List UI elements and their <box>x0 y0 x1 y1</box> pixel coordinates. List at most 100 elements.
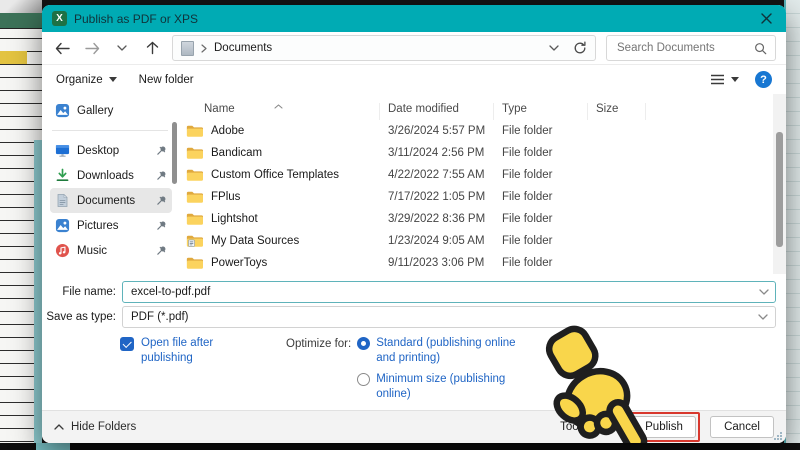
column-label: Date modified <box>388 103 459 115</box>
column-header-type[interactable]: Type <box>494 103 588 120</box>
column-label: Size <box>596 103 618 115</box>
pin-icon[interactable] <box>156 195 167 206</box>
folder-icon <box>186 190 203 204</box>
checkbox-checked-icon[interactable] <box>120 337 134 351</box>
file-name: Custom Office Templates <box>211 169 339 181</box>
address-bar[interactable]: Documents <box>172 35 596 61</box>
file-list-scrollbar[interactable] <box>773 94 786 274</box>
cancel-button[interactable]: Cancel <box>710 416 774 438</box>
pin-icon[interactable] <box>156 245 167 256</box>
organize-label: Organize <box>56 74 103 86</box>
downloads-icon <box>55 168 70 183</box>
close-icon[interactable] <box>756 9 776 29</box>
save-as-type-select[interactable]: PDF (*.pdf) <box>122 306 776 328</box>
address-dropdown-chevron-icon[interactable] <box>549 45 559 51</box>
pin-icon[interactable] <box>156 220 167 231</box>
pin-icon[interactable] <box>156 170 167 181</box>
file-row-custom-office-templates[interactable]: Custom Office Templates 4/22/2022 7:55 A… <box>182 164 786 186</box>
column-header-date-modified[interactable]: Date modified <box>380 103 494 120</box>
file-date: 3/26/2024 5:57 PM <box>380 125 494 137</box>
excel-app-icon: X <box>52 11 67 26</box>
location-icon <box>181 41 194 56</box>
resize-grip[interactable] <box>773 431 783 441</box>
column-header-size[interactable]: Size <box>588 103 646 120</box>
radio-selected-icon[interactable] <box>357 337 370 350</box>
dialog-titlebar[interactable]: X Publish as PDF or XPS <box>42 5 786 32</box>
file-row-fplus[interactable]: FPlus 7/17/2022 1:05 PM File folder <box>182 186 786 208</box>
radio-unselected-icon[interactable] <box>357 373 370 386</box>
folder-icon <box>186 256 203 270</box>
file-name: FPlus <box>211 191 240 203</box>
column-label: Name <box>204 103 235 115</box>
recent-locations-chevron-icon[interactable] <box>112 38 132 58</box>
view-options-button[interactable] <box>710 74 739 85</box>
search-icon <box>754 42 767 55</box>
music-icon <box>55 243 70 258</box>
hide-folders-button[interactable]: Hide Folders <box>54 421 136 433</box>
save-as-type-label: Save as type: <box>42 311 116 323</box>
navigation-bar: Documents <box>42 32 786 65</box>
file-date: 4/22/2022 7:55 AM <box>380 169 494 181</box>
gallery-icon <box>55 103 70 118</box>
sort-ascending-icon <box>274 104 283 109</box>
column-header-name[interactable]: Name <box>182 103 380 120</box>
sidebar-item-downloads[interactable]: Downloads <box>50 163 172 188</box>
sidebar-divider <box>52 130 168 131</box>
tools-button[interactable]: Tools <box>560 421 604 433</box>
sidebar-item-documents[interactable]: Documents <box>50 188 172 213</box>
help-icon[interactable]: ? <box>755 71 772 88</box>
file-row-my-data-sources[interactable]: My Data Sources 1/23/2024 9:05 AM File f… <box>182 230 786 252</box>
file-name-input[interactable] <box>122 281 776 303</box>
file-row-lightshot[interactable]: Lightshot 3/29/2022 8:36 PM File folder <box>182 208 786 230</box>
sidebar-item-pictures[interactable]: Pictures <box>50 213 172 238</box>
sidebar-item-label: Pictures <box>77 220 149 232</box>
scrollbar-thumb[interactable] <box>776 132 783 247</box>
radio-standard[interactable]: Standard (publishing online and printing… <box>357 336 517 366</box>
sidebar-item-desktop[interactable]: Desktop <box>50 138 172 163</box>
pin-icon[interactable] <box>156 145 167 156</box>
organize-button[interactable]: Organize <box>56 74 117 86</box>
command-toolbar: Organize New folder ? <box>42 65 786 94</box>
folder-icon <box>186 168 203 182</box>
dialog-title: Publish as PDF or XPS <box>74 12 198 26</box>
file-row-adobe[interactable]: Adobe 3/26/2024 5:57 PM File folder <box>182 120 786 142</box>
file-type: File folder <box>494 257 588 269</box>
view-dropdown-icon <box>731 77 739 82</box>
sidebar-item-gallery[interactable]: Gallery <box>50 98 172 123</box>
excel-yellow-cell <box>0 51 27 64</box>
publish-button[interactable]: Publish <box>632 416 696 438</box>
file-list: Name Date modified Type Size Adobe 3/26/… <box>174 94 786 274</box>
file-name-label: File name: <box>42 286 116 298</box>
column-headers: Name Date modified Type Size <box>182 94 786 120</box>
file-type: File folder <box>494 213 588 225</box>
screen: X Publish as PDF or XPS Docume <box>0 0 800 450</box>
search-box[interactable] <box>606 35 776 61</box>
sidebar-item-music[interactable]: Music <box>50 238 172 263</box>
file-name: My Data Sources <box>211 235 299 247</box>
hide-folders-label: Hide Folders <box>71 421 136 433</box>
file-row-bandicam[interactable]: Bandicam 3/11/2024 2:56 PM File folder <box>182 142 786 164</box>
excel-right-background <box>784 0 800 450</box>
excel-grid-background <box>0 0 42 450</box>
new-folder-button[interactable]: New folder <box>139 74 194 86</box>
radio-minimum-label: Minimum size (publishing online) <box>376 372 517 402</box>
sidebar-item-label: Desktop <box>77 145 149 157</box>
back-button[interactable] <box>52 38 72 58</box>
organize-dropdown-icon <box>109 77 117 82</box>
breadcrumb[interactable]: Documents <box>214 42 272 54</box>
refresh-icon[interactable] <box>573 41 587 55</box>
radio-minimum-size[interactable]: Minimum size (publishing online) <box>357 372 517 402</box>
breadcrumb-separator-icon <box>201 44 207 53</box>
file-name-dropdown-icon[interactable] <box>759 289 769 295</box>
search-input[interactable] <box>615 41 754 55</box>
file-name: Lightshot <box>211 213 258 225</box>
sidebar-item-label: Downloads <box>77 170 149 182</box>
forward-button[interactable] <box>82 38 102 58</box>
file-row-powertoys[interactable]: PowerToys 9/11/2023 3:06 PM File folder <box>182 252 786 274</box>
tools-label: Tools <box>560 421 587 433</box>
up-button[interactable] <box>142 38 162 58</box>
documents-icon <box>55 193 70 208</box>
file-type: File folder <box>494 169 588 181</box>
publish-dialog: X Publish as PDF or XPS Docume <box>42 5 786 443</box>
desktop-icon <box>55 143 70 158</box>
